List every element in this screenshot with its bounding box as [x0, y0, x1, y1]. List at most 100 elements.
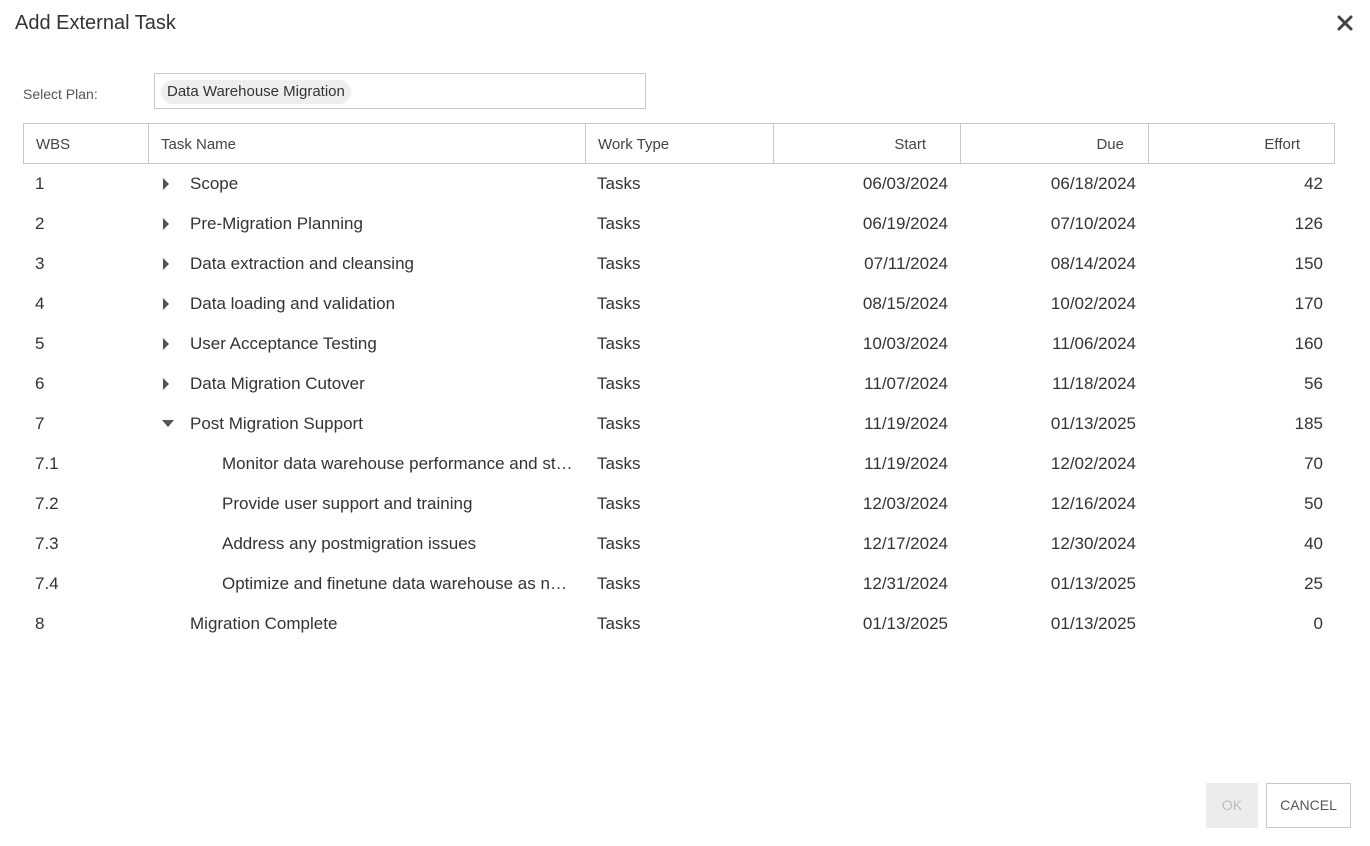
- table-row[interactable]: 3 Data extraction and cleansing Tasks 07/11…: [23, 244, 1335, 284]
- cell-task-name: Data Migration Cutover: [148, 364, 585, 404]
- table-row[interactable]: 1 Scope Tasks 06/03/2024 06/18/2024 42: [23, 164, 1335, 204]
- task-name-wrapper: Data loading and validation: [160, 284, 573, 324]
- cell-work-type: Tasks: [597, 294, 641, 313]
- close-icon[interactable]: [1336, 14, 1354, 32]
- cell-start-date: 08/15/2024: [862, 294, 948, 313]
- cell-due-date: 12/16/2024: [1050, 494, 1136, 513]
- cell-due-date: 12/30/2024: [1050, 534, 1136, 553]
- caret-right-icon[interactable]: [162, 284, 178, 324]
- cell-due-date: 07/10/2024: [1050, 214, 1136, 233]
- cell-task-name: User Acceptance Testing: [148, 324, 585, 364]
- task-name-text: Scope: [190, 174, 239, 193]
- ok-button[interactable]: OK: [1206, 783, 1258, 828]
- task-name-text: User Acceptance Testing: [190, 334, 377, 353]
- cell-work-type: Tasks: [597, 334, 641, 353]
- table-row[interactable]: 7 Post Migration Support Tasks 11/19/2024 01…: [23, 404, 1335, 444]
- task-name-wrapper: Data extraction and cleansing: [160, 244, 573, 284]
- task-name-wrapper: Scope: [160, 164, 573, 204]
- cancel-button[interactable]: CANCEL: [1266, 783, 1351, 828]
- column-header-effort[interactable]: Effort: [1149, 124, 1334, 163]
- cell-task-name: Provide user support and training: [148, 484, 585, 524]
- cell-wbs: 7.1: [35, 454, 59, 473]
- cell-work-type: Tasks: [597, 454, 641, 473]
- cell-due-date: 06/18/2024: [1050, 174, 1136, 193]
- table-row[interactable]: 2 Pre-Migration Planning Tasks 06/19/2024 07…: [23, 204, 1335, 244]
- cell-wbs: 7.2: [35, 494, 59, 513]
- table-row[interactable]: 5 User Acceptance Testing Tasks 10/03/2024 1…: [23, 324, 1335, 364]
- cell-wbs: 1: [35, 174, 45, 193]
- task-name-wrapper: Pre-Migration Planning: [160, 204, 573, 244]
- cell-work-type: Tasks: [597, 614, 641, 633]
- cell-start-date: 11/19/2024: [864, 454, 948, 473]
- plan-chip[interactable]: Data Warehouse Migration: [161, 80, 351, 104]
- task-name-text: Data extraction and cleansing: [190, 254, 414, 273]
- select-plan-label: Select Plan:: [23, 86, 98, 102]
- cell-start-date: 12/03/2024: [862, 494, 948, 513]
- task-name-wrapper: User Acceptance Testing: [160, 324, 573, 364]
- column-header-work-type[interactable]: Work Type: [586, 124, 774, 163]
- cell-effort: 126: [1294, 214, 1323, 233]
- cell-wbs: 4: [35, 294, 45, 313]
- cell-due-date: 12/02/2024: [1050, 454, 1136, 473]
- cell-due-date: 10/02/2024: [1050, 294, 1136, 313]
- cell-task-name: Data extraction and cleansing: [148, 244, 585, 284]
- caret-right-icon[interactable]: [162, 324, 178, 364]
- cell-work-type: Tasks: [597, 174, 641, 193]
- cell-due-date: 01/13/2025: [1050, 574, 1136, 593]
- plan-picker[interactable]: Data Warehouse Migration: [154, 73, 646, 109]
- task-name-text: Data loading and validation: [190, 294, 396, 313]
- cell-task-name: Scope: [148, 164, 585, 204]
- task-name-text: Post Migration Support: [190, 414, 363, 433]
- cell-task-name: Migration Complete: [148, 604, 585, 644]
- cell-task-name: Address any postmigration issues: [148, 524, 585, 564]
- cell-wbs: 3: [35, 254, 45, 273]
- cell-start-date: 07/11/2024: [864, 254, 948, 273]
- table-row[interactable]: 7.2 Provide user support and training Task…: [23, 484, 1335, 524]
- cell-wbs: 8: [35, 614, 45, 633]
- caret-right-icon[interactable]: [162, 204, 178, 244]
- cell-effort: 70: [1304, 454, 1323, 473]
- task-name-text: Monitor data warehouse performance and s…: [222, 454, 573, 473]
- caret-right-icon[interactable]: [162, 364, 178, 404]
- column-header-start[interactable]: Start: [774, 124, 961, 163]
- cell-task-name: Pre-Migration Planning: [148, 204, 585, 244]
- cell-due-date: 08/14/2024: [1050, 254, 1136, 273]
- cell-work-type: Tasks: [597, 494, 641, 513]
- task-name-text: Optimize and finetune data warehouse as …: [222, 574, 573, 593]
- table-row[interactable]: 7.3 Address any postmigration issues Tasks…: [23, 524, 1335, 564]
- task-name-wrapper: Provide user support and training: [160, 484, 573, 524]
- table-row[interactable]: 6 Data Migration Cutover Tasks 11/07/2024 11…: [23, 364, 1335, 404]
- cell-start-date: 10/03/2024: [862, 334, 948, 353]
- cell-due-date: 01/13/2025: [1050, 614, 1136, 633]
- cell-start-date: 12/31/2024: [862, 574, 948, 593]
- task-name-text: Address any postmigration issues: [222, 534, 477, 553]
- grid-body: 1 Scope Tasks 06/03/2024 06/18/2024 42 2 Pre-Mi…: [23, 164, 1335, 644]
- cell-effort: 25: [1304, 574, 1323, 593]
- cell-due-date: 11/06/2024: [1052, 334, 1136, 353]
- column-header-wbs[interactable]: WBS: [24, 124, 149, 163]
- column-header-task-name[interactable]: Task Name: [149, 124, 586, 163]
- cell-work-type: Tasks: [597, 574, 641, 593]
- task-name-wrapper: Monitor data warehouse performance and s…: [160, 444, 573, 484]
- column-header-due[interactable]: Due: [961, 124, 1149, 163]
- task-name-wrapper: Migration Complete: [160, 604, 573, 644]
- cell-start-date: 12/17/2024: [862, 534, 948, 553]
- cell-wbs: 5: [35, 334, 45, 353]
- table-row[interactable]: 7.4 Optimize and finetune data warehouse …: [23, 564, 1335, 604]
- grid-header: WBS Task Name Work Type Start Due Effort: [23, 123, 1335, 164]
- cell-task-name: Optimize and finetune data warehouse as …: [148, 564, 585, 604]
- task-name-wrapper: Data Migration Cutover: [160, 364, 573, 404]
- caret-right-icon[interactable]: [162, 164, 178, 204]
- caret-right-icon[interactable]: [162, 244, 178, 284]
- table-row[interactable]: 4 Data loading and validation Tasks 08/15/2…: [23, 284, 1335, 324]
- cell-wbs: 6: [35, 374, 45, 393]
- task-name-wrapper: Address any postmigration issues: [160, 524, 573, 564]
- task-name-text: Data Migration Cutover: [190, 374, 365, 393]
- cell-wbs: 7: [35, 414, 45, 433]
- cell-effort: 56: [1304, 374, 1323, 393]
- caret-down-icon[interactable]: [162, 404, 178, 444]
- table-row[interactable]: 8 Migration Complete Tasks 01/13/2025 01/13/…: [23, 604, 1335, 644]
- task-grid: WBS Task Name Work Type Start Due Effort…: [23, 123, 1335, 644]
- cell-effort: 170: [1294, 294, 1323, 313]
- table-row[interactable]: 7.1 Monitor data warehouse performance an…: [23, 444, 1335, 484]
